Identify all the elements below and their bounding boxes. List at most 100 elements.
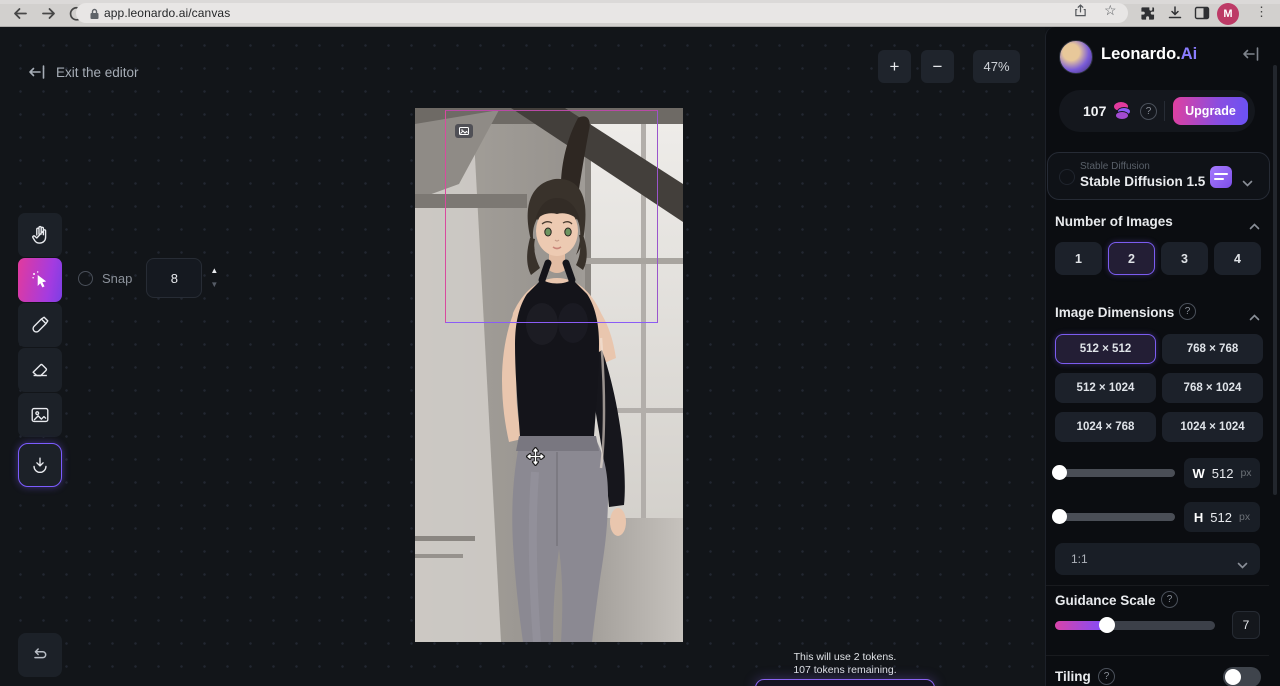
upgrade-button[interactable]: Upgrade [1173,97,1248,125]
side-panel-icon[interactable] [1194,5,1210,21]
divider [1046,655,1269,656]
height-value: 512 [1210,510,1232,525]
width-value-box[interactable]: W 512 px [1184,458,1260,488]
extensions-puzzle-icon[interactable] [1140,6,1155,21]
divider [1164,101,1165,121]
snap-label: Snap [102,271,132,286]
image-dimensions-help-icon[interactable]: ? [1179,303,1196,320]
browser-download-icon[interactable] [1167,5,1183,21]
chevron-down-icon [1237,556,1248,563]
select-cursor-tool[interactable] [18,258,62,302]
move-cursor-icon [526,447,545,466]
num-images-option-1[interactable]: 1 [1055,242,1102,275]
url-text: app.leonardo.ai/canvas [104,6,230,20]
dimension-option-512x1024[interactable]: 512 × 1024 [1055,373,1156,403]
snap-step-up-icon[interactable]: ▲ [210,267,218,275]
browser-back-button[interactable] [12,5,29,22]
tiling-help-icon[interactable]: ? [1098,668,1115,685]
sidebar-scrollbar[interactable] [1273,65,1277,495]
token-help-icon[interactable]: ? [1140,103,1157,120]
zoom-level-indicator[interactable]: 47% [973,50,1020,83]
width-value: 512 [1212,466,1234,481]
browser-chrome: app.leonardo.ai/canvas ☆ M ⋮ [0,0,1280,27]
model-card-icon [1210,166,1232,188]
prompt-bar-edge[interactable] [755,679,935,686]
exit-editor-button[interactable]: Exit the editor [28,60,139,84]
sidebar-collapse-icon[interactable] [1242,46,1260,62]
canvas-area[interactable]: Exit the editor [0,27,1045,686]
dimension-option-768x768[interactable]: 768 × 768 [1162,334,1263,364]
token-note-line1: This will use 2 tokens. [745,651,945,664]
dimension-option-512x512[interactable]: 512 × 512 [1055,334,1156,364]
model-select-dropdown[interactable]: Stable Diffusion Stable Diffusion 1.5 [1047,152,1270,200]
paint-brush-tool[interactable] [18,303,62,347]
model-status-icon [1059,169,1075,185]
leonardo-app: Exit the editor [0,27,1280,686]
image-tool[interactable] [18,393,62,437]
tiling-title: Tiling [1055,669,1091,684]
bookmark-star-icon[interactable]: ☆ [1104,2,1117,15]
model-value: Stable Diffusion 1.5 [1080,174,1205,189]
tiling-toggle-knob[interactable] [1225,669,1241,685]
number-of-images-title: Number of Images [1055,214,1173,229]
eraser-tool[interactable] [18,348,62,392]
aspect-ratio-value: 1:1 [1071,552,1088,566]
browser-forward-button[interactable] [40,5,57,22]
brand-suffix: Ai [1181,45,1198,63]
height-slider[interactable] [1055,513,1175,521]
dimension-option-1024x1024[interactable]: 1024 × 1024 [1162,412,1263,442]
guidance-scale-handle[interactable] [1099,617,1115,633]
guidance-scale-slider[interactable] [1055,621,1215,630]
snap-step-down-icon[interactable]: ▼ [210,281,218,289]
image-dimensions-title: Image Dimensions [1055,305,1174,320]
zoom-out-button[interactable]: − [921,50,954,83]
width-slider-handle[interactable] [1052,465,1067,480]
width-slider[interactable] [1055,469,1175,477]
token-pill: 107 ? Upgrade [1059,90,1255,132]
height-value-box[interactable]: H 512 px [1184,502,1260,532]
dimension-option-1024x768[interactable]: 1024 × 768 [1055,412,1156,442]
num-images-option-2[interactable]: 2 [1108,242,1155,275]
lock-icon [89,7,100,19]
width-unit: px [1240,467,1251,479]
snap-toggle[interactable] [78,271,93,286]
arrow-left-bar-icon [28,64,46,80]
model-label: Stable Diffusion [1080,161,1150,172]
height-unit: px [1239,511,1250,523]
tiling-toggle[interactable] [1223,667,1261,686]
browser-profile-avatar[interactable]: M [1217,3,1239,25]
token-note-line2: 107 tokens remaining. [745,664,945,677]
aspect-ratio-dropdown[interactable]: 1:1 [1055,543,1260,575]
share-icon[interactable] [1074,4,1087,17]
selection-rectangle[interactable] [445,110,658,323]
brand-name: Leonardo. [1101,45,1181,63]
leonardo-logo-avatar [1059,40,1093,74]
dimension-option-768x1024[interactable]: 768 × 1024 [1162,373,1263,403]
height-label: H [1194,510,1203,525]
num-images-option-3[interactable]: 3 [1161,242,1208,275]
exit-editor-label: Exit the editor [56,65,139,80]
download-artwork-tool[interactable] [18,443,62,487]
number-of-images-collapse-icon[interactable] [1249,217,1260,224]
address-bar[interactable]: app.leonardo.ai/canvas [76,3,1128,23]
snap-control: Snap 8 ▲ ▼ [78,258,218,298]
zoom-in-button[interactable]: + [878,50,911,83]
divider [1046,585,1269,586]
browser-menu-icon[interactable]: ⋮ [1255,4,1268,20]
height-slider-handle[interactable] [1052,509,1067,524]
tool-palette [18,213,62,488]
token-count: 107 [1083,103,1106,119]
image-dimensions-collapse-icon[interactable] [1249,308,1260,315]
coins-icon [1114,102,1134,120]
guidance-scale-title: Guidance Scale [1055,593,1156,608]
selection-image-badge-icon [455,124,473,138]
num-images-option-4[interactable]: 4 [1214,242,1261,275]
snap-value: 8 [171,271,178,286]
guidance-scale-help-icon[interactable]: ? [1161,591,1178,608]
undo-button[interactable] [18,633,62,677]
guidance-scale-value[interactable]: 7 [1232,611,1260,639]
generation-sidebar: Leonardo.Ai 107 ? Upgrade Stable Diffusi… [1045,27,1280,686]
width-label: W [1192,466,1204,481]
snap-value-input[interactable]: 8 [146,258,202,298]
pan-hand-tool[interactable] [18,213,62,257]
